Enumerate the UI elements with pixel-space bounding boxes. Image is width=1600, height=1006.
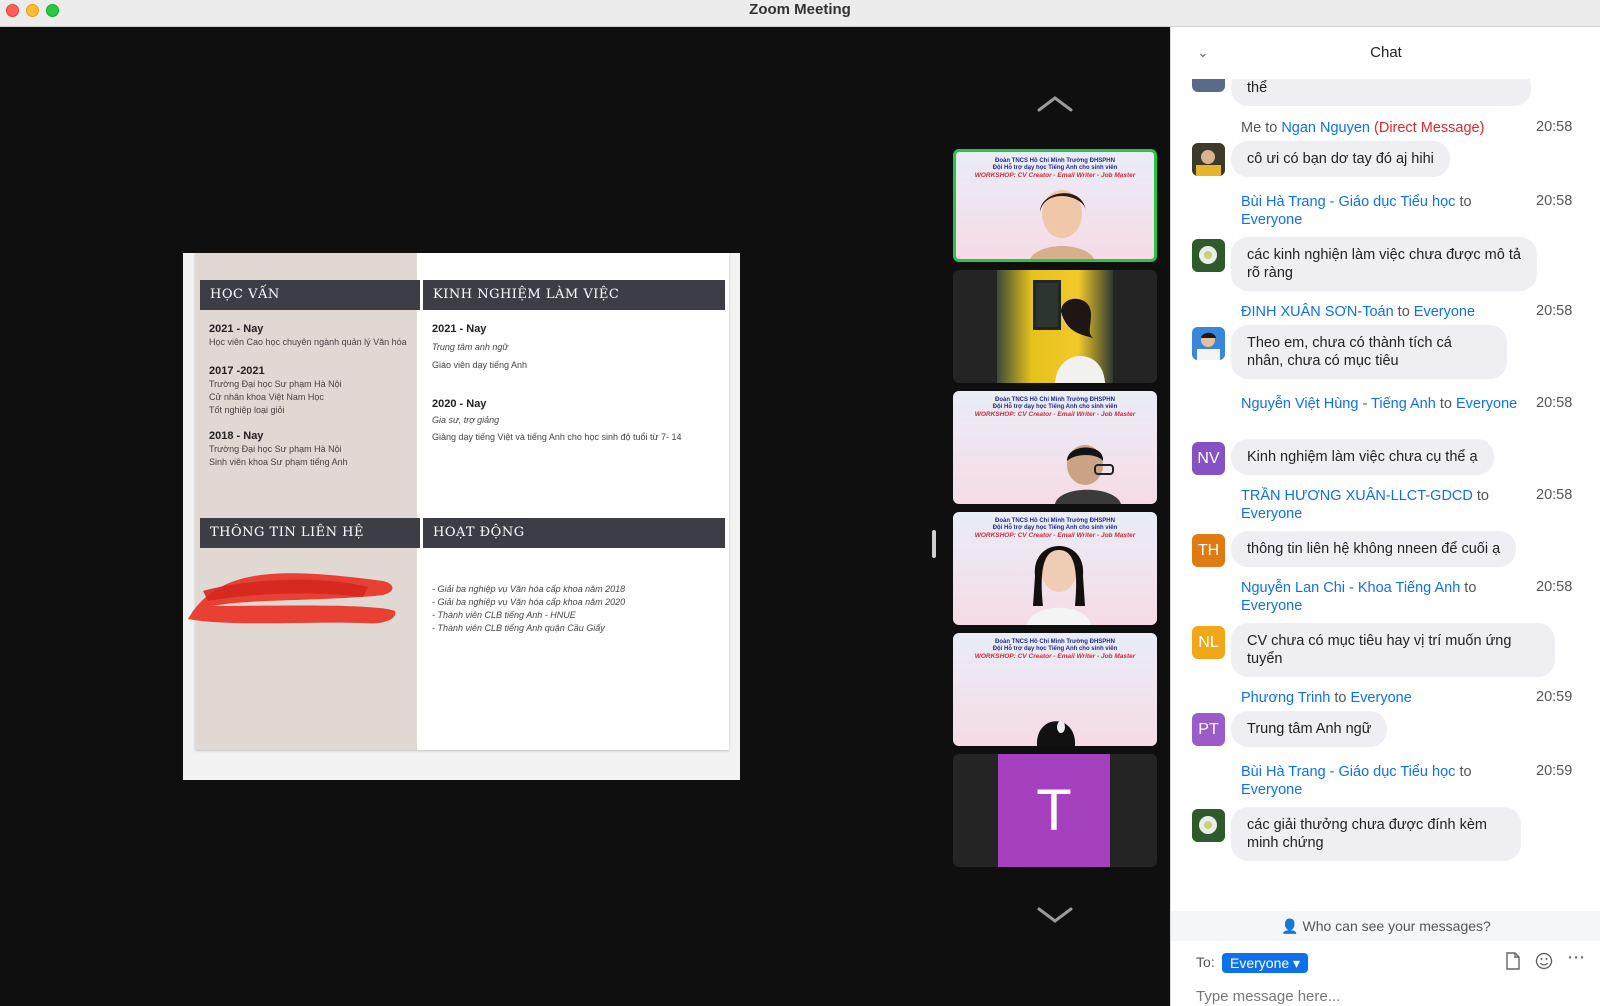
- panel-resize-handle[interactable]: [932, 530, 936, 558]
- avatar-flower-icon: [1192, 239, 1225, 272]
- message-sender-line: Bùi Hà Trang - Giáo dục Tiểu học to Ever…: [1241, 194, 1472, 228]
- video-feed: Đoàn TNCS Hồ Chí Minh Trường ĐHSPHN Đội …: [956, 152, 1154, 259]
- avatar: [1192, 79, 1225, 92]
- sender-name[interactable]: Bùi Hà Trang - Giáo dục Tiểu học: [1241, 764, 1455, 780]
- sender-name[interactable]: Nguyễn Lan Chi - Khoa Tiếng Anh: [1241, 580, 1460, 596]
- avatar-flower-icon: [1192, 809, 1225, 842]
- participant-silhouette: [1055, 445, 1121, 504]
- participant-silhouette: [1030, 190, 1094, 259]
- section-activities-heading: HOẠT ĐỘNG: [423, 518, 725, 548]
- section-experience-heading: KINH NGHIỆM LÀM VIỆC: [423, 280, 725, 310]
- chat-panel: ⌄ Chat thể Me to Ngan Nguyen (Direct Mes…: [1170, 27, 1600, 1006]
- more-options-icon[interactable]: ⋯: [1567, 947, 1586, 968]
- gallery-scroll-down-icon[interactable]: [1035, 903, 1075, 927]
- video-feed: Đoàn TNCS Hồ Chí Minh Trường ĐHSPHN Đội …: [953, 391, 1157, 504]
- initial-avatar: T: [998, 754, 1110, 867]
- message-sender-line: Bùi Hà Trang - Giáo dục Tiểu học to Ever…: [1241, 764, 1472, 798]
- avatar: PT: [1192, 713, 1225, 746]
- video-tile[interactable]: Đoàn TNCS Hồ Chí Minh Trường ĐHSPHN Đội …: [953, 512, 1157, 625]
- participant-silhouette: [1036, 721, 1076, 746]
- recipient-dropdown[interactable]: Everyone ▾: [1222, 953, 1309, 973]
- chat-bubble: Trung tâm Anh ngữ: [1231, 711, 1388, 747]
- privacy-note-link[interactable]: 👤 Who can see your messages?: [1171, 911, 1600, 941]
- workshop-banner: Đoàn TNCS Hồ Chí Minh Trường ĐHSPHN Đội …: [974, 397, 1136, 418]
- file-icon[interactable]: [1505, 952, 1521, 970]
- message-time: 20:59: [1536, 763, 1573, 779]
- video-tile-avatar[interactable]: T: [953, 754, 1157, 867]
- participant-silhouette: [1055, 298, 1105, 383]
- caret-down-icon: ▾: [1293, 955, 1301, 971]
- message-time: 20:58: [1536, 303, 1573, 319]
- section-education-heading: HỌC VẤN: [200, 280, 420, 310]
- title-bar: Zoom Meeting: [0, 0, 1600, 27]
- avatar-photo-icon: [1192, 143, 1225, 176]
- message-sender-line: Nguyễn Lan Chi - Khoa Tiếng Anh to Every…: [1241, 580, 1477, 614]
- video-feed: Đoàn TNCS Hồ Chí Minh Trường ĐHSPHN Đội …: [953, 633, 1157, 746]
- video-tile[interactable]: Đoàn TNCS Hồ Chí Minh Trường ĐHSPHN Đội …: [953, 633, 1157, 746]
- gallery-scroll-up-icon[interactable]: [1035, 92, 1075, 116]
- message-time: 20:59: [1536, 689, 1573, 705]
- message-input[interactable]: [1196, 985, 1576, 1006]
- emoji-icon[interactable]: [1535, 952, 1553, 970]
- message-sender-line: Phương Trinh to Everyone: [1241, 690, 1412, 706]
- avatar: [1192, 327, 1225, 360]
- workshop-banner: Đoàn TNCS Hồ Chí Minh Trường ĐHSPHN Đội …: [974, 639, 1136, 660]
- education-entry: 2017 -2021 Trường Đại học Sư phạm Hà Nội…: [209, 365, 342, 415]
- red-redaction-scribble: [188, 573, 396, 624]
- education-entry: 2018 - Nay Trường Đại học Sư phạm Hà Nội…: [209, 430, 348, 467]
- avatar: [1192, 809, 1225, 842]
- avatar: NL: [1192, 626, 1225, 659]
- experience-entry: 2020 - Nay Gia sư, trợ giảng Giảng dạy t…: [432, 398, 682, 442]
- sender-name[interactable]: Ngan Nguyen: [1281, 120, 1370, 136]
- activities-list: - Giải ba nghiệp vụ Văn hóa cấp khoa năm…: [432, 584, 626, 633]
- chat-message-list[interactable]: thể Me to Ngan Nguyen (Direct Message) 2…: [1171, 79, 1600, 911]
- avatar: NV: [1192, 442, 1225, 475]
- avatar: [1192, 239, 1225, 272]
- video-tile[interactable]: Đoàn TNCS Hồ Chí Minh Trường ĐHSPHN Đội …: [953, 391, 1157, 504]
- video-feed: [997, 270, 1113, 383]
- video-feed: Đoàn TNCS Hồ Chí Minh Trường ĐHSPHN Đội …: [953, 512, 1157, 625]
- message-time: 20:58: [1536, 487, 1573, 503]
- chat-bubble: Theo em, chưa có thành tích cá nhân, chư…: [1231, 325, 1507, 379]
- message-time: 20:58: [1536, 119, 1573, 135]
- user-visibility-icon: 👤: [1281, 918, 1299, 934]
- participant-silhouette: [1027, 546, 1091, 625]
- video-tile-host[interactable]: Đoàn TNCS Hồ Chí Minh Trường ĐHSPHN Đội …: [953, 149, 1157, 262]
- chat-bubble: CV chưa có mục tiêu hay vị trí muốn ứng …: [1231, 623, 1555, 677]
- chat-bubble: các kinh nghiện làm việc chưa được mô tả…: [1231, 237, 1537, 291]
- message-time: 20:58: [1536, 193, 1573, 209]
- window-title: Zoom Meeting: [749, 1, 851, 18]
- experience-entry: 2021 - Nay Trung tâm anh ngữ Giáo viên d…: [432, 323, 528, 370]
- chat-bubble: thể: [1231, 79, 1531, 106]
- chat-title: Chat: [1370, 44, 1402, 61]
- sender-name[interactable]: Phương Trinh: [1241, 690, 1330, 706]
- chat-header: ⌄ Chat: [1171, 27, 1600, 79]
- sender-name[interactable]: TRẦN HƯƠNG XUÂN-LLCT-GDCD: [1241, 488, 1473, 504]
- chat-bubble: thông tin liên hệ không nneen để cuối ạ: [1231, 531, 1517, 567]
- sender-name[interactable]: Bùi Hà Trang - Giáo dục Tiểu học: [1241, 194, 1455, 210]
- message-time: 20:58: [1536, 579, 1573, 595]
- message-sender-line: TRẦN HƯƠNG XUÂN-LLCT-GDCD to Everyone: [1241, 488, 1489, 522]
- avatar-person-icon: [1192, 327, 1225, 360]
- sender-name[interactable]: Nguyễn Việt Hùng - Tiếng Anh: [1241, 396, 1436, 412]
- cv-slide: HỌC VẤN KINH NGHIỆM LÀM VIỆC 2021 - Nay …: [188, 253, 729, 750]
- shared-screen[interactable]: HỌC VẤN KINH NGHIỆM LÀM VIỆC 2021 - Nay …: [183, 253, 740, 780]
- to-label: To:: [1196, 954, 1215, 970]
- message-sender-line: Nguyễn Việt Hùng - Tiếng Anh to Everyone: [1241, 396, 1518, 412]
- message-sender-line: Me to Ngan Nguyen (Direct Message): [1241, 120, 1485, 136]
- chat-bubble: các giải thưởng chưa được đính kèm minh …: [1231, 807, 1521, 861]
- sender-name[interactable]: ĐINH XUÂN SƠN-Toán: [1241, 304, 1394, 320]
- video-tile[interactable]: [953, 270, 1157, 383]
- education-entry: 2021 - Nay Học viên Cao học chuyên ngành…: [209, 323, 407, 347]
- avatar: TH: [1192, 534, 1225, 567]
- workshop-banner: Đoàn TNCS Hồ Chí Minh Trường ĐHSPHN Đội …: [974, 158, 1136, 179]
- chat-bubble: Kinh nghiệm làm việc chưa cụ thể ạ: [1231, 439, 1494, 475]
- message-sender-line: ĐINH XUÂN SƠN-Toán to Everyone: [1241, 304, 1476, 320]
- message-time: 20:58: [1536, 395, 1573, 411]
- avatar: [1192, 143, 1225, 176]
- section-contact-heading: THÔNG TIN LIÊN HỆ: [200, 518, 420, 548]
- chat-bubble: cô ưi có bạn dơ tay đó aj hihi: [1231, 141, 1450, 177]
